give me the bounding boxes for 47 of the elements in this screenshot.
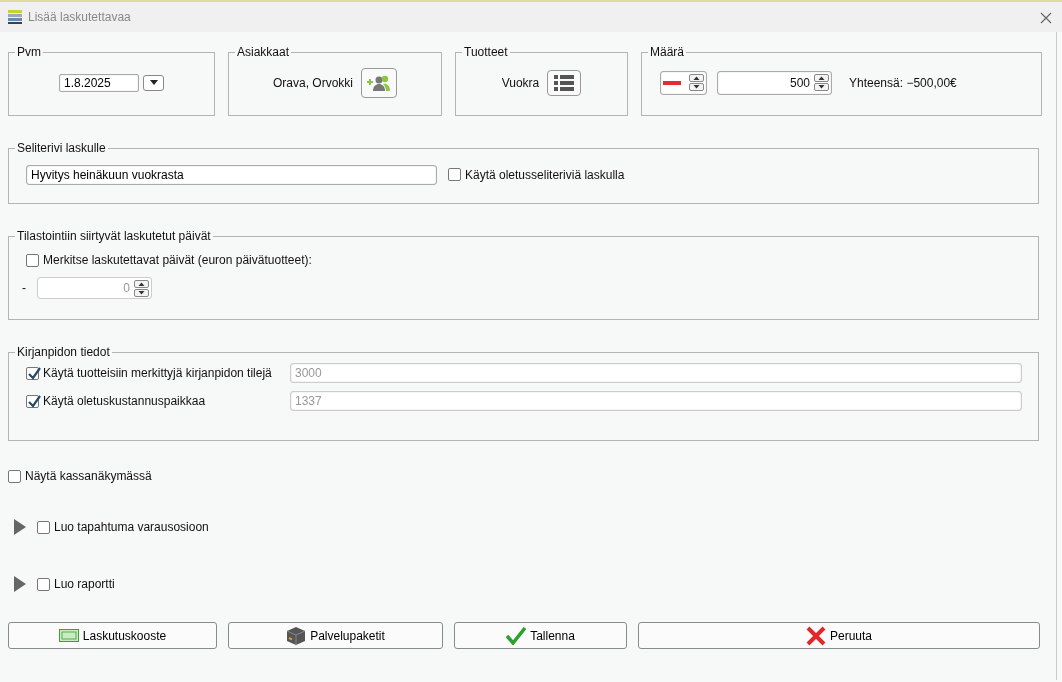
dropdown-button[interactable] <box>143 74 164 91</box>
total-amount: Yhteensä: −500,00€ <box>849 74 957 92</box>
checkbox-label: Luo raportti <box>54 576 115 593</box>
add-people-icon <box>366 73 392 92</box>
date-field[interactable]: 1.8.2025 <box>59 73 139 92</box>
group-title: Seliterivi laskulle <box>16 142 107 154</box>
checkbox-label: Käytä oletuskustannuspaikkaa <box>43 393 206 410</box>
add-customer-button[interactable] <box>361 67 397 98</box>
checkbox[interactable] <box>8 469 21 483</box>
action-button[interactable]: Laskutuskooste <box>8 622 217 649</box>
window-title: Lisää laskutettavaa <box>28 9 131 26</box>
action-button[interactable]: Tallenna <box>454 622 627 649</box>
product-name: Vuokra <box>501 74 540 92</box>
action-button[interactable]: Peruuta <box>638 622 1040 649</box>
group-title: Määrä <box>649 46 685 58</box>
box-icon <box>286 625 307 646</box>
group-title: Pvm <box>16 46 42 58</box>
group-title: Tilastointiin siirtyvät laskutetut päivät <box>16 230 212 242</box>
product-list-button[interactable] <box>547 69 582 96</box>
expander-arrow-icon[interactable] <box>14 576 26 592</box>
group-title: Kirjanpidon tiedot <box>16 346 111 358</box>
quantity-spinner[interactable]: 500 <box>717 70 832 95</box>
checkbox[interactable] <box>448 168 461 181</box>
checkbox[interactable] <box>37 520 50 534</box>
checkbox[interactable] <box>37 577 50 591</box>
checkbox-label: Käytä oletusseliteriviä laskulla <box>465 166 625 184</box>
checkbox[interactable] <box>26 253 39 267</box>
banknote-icon <box>58 629 79 642</box>
sign-spinner[interactable] <box>660 70 707 95</box>
list-icon <box>554 74 575 91</box>
action-button[interactable]: Palvelupaketit <box>228 622 443 649</box>
dash-label: - <box>22 280 27 297</box>
group-title: Tuotteet <box>463 46 509 58</box>
checkbox-label: Merkitse laskutettavat päivät (euron päivätuotteet): <box>43 252 312 269</box>
spin-buttons[interactable] <box>689 74 704 91</box>
checkbox-label: Luo tapahtuma varausosioon <box>54 519 209 536</box>
app-logo-icon <box>8 10 22 24</box>
group-title: Asiakkaat <box>236 46 291 58</box>
caret-icon <box>149 80 158 85</box>
cross-icon <box>806 625 826 646</box>
checkbox-label: Käytä tuotteisiin merkittyjä kirjanpidon tilejä <box>43 365 272 382</box>
checkmark-icon <box>506 626 527 645</box>
description-field[interactable]: Hyvitys heinäkuun vuokrasta <box>26 164 437 185</box>
spin-buttons[interactable] <box>814 74 829 91</box>
expander-arrow-icon[interactable] <box>14 519 26 535</box>
checkbox-label: Näytä kassanäkymässä <box>25 468 152 485</box>
customer-name: Orava, Orvokki <box>273 74 353 92</box>
